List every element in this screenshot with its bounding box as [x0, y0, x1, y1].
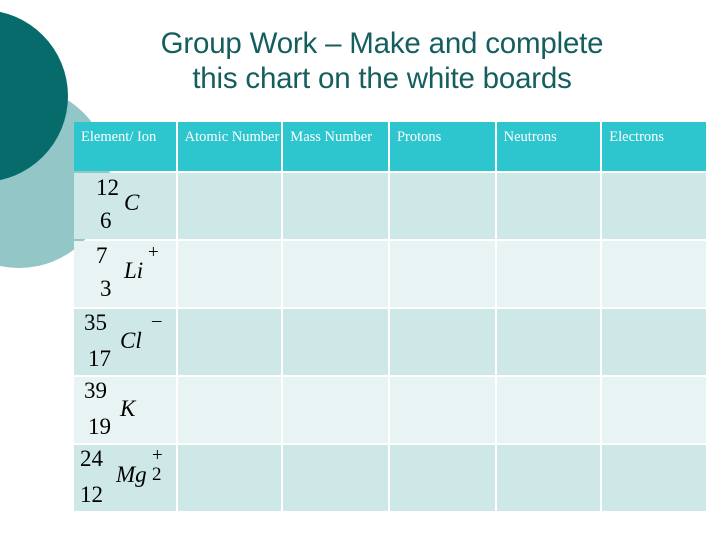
cell-electrons[interactable] [602, 173, 706, 239]
cell-atomic-number[interactable] [177, 173, 282, 239]
cell-electrons[interactable] [602, 309, 706, 375]
isotope-notation: 12 6 C [74, 173, 175, 239]
cell-atomic-number[interactable] [177, 445, 282, 511]
column-header-electrons: Electrons [602, 122, 706, 171]
cell-element-ion: 12 6 C [74, 173, 176, 239]
cell-element-ion: 39 19 K [74, 377, 176, 443]
table-row: 7 3 Li + [74, 241, 706, 307]
cell-element-ion: 24 12 Mg + 2 [74, 445, 176, 511]
mass-number-label: 7 [96, 243, 108, 268]
cell-atomic-number[interactable] [177, 309, 282, 375]
cell-neutrons[interactable] [496, 445, 601, 511]
column-header-neutrons: Neutrons [496, 122, 601, 171]
cell-neutrons[interactable] [496, 377, 601, 443]
ion-charge-label: + [148, 242, 159, 263]
element-symbol-label: Cl [120, 328, 142, 353]
column-header-atomic-number: Atomic Number [177, 122, 282, 171]
atomic-number-label: 6 [100, 208, 112, 233]
column-header-protons: Protons [389, 122, 495, 171]
atomic-number-label: 12 [80, 482, 103, 507]
slide-canvas: Group Work – Make and complete this char… [0, 0, 720, 540]
table-row: 12 6 C [74, 173, 706, 239]
slide-title: Group Work – Make and complete this char… [160, 27, 604, 95]
element-symbol-label: Mg [116, 462, 147, 487]
element-symbol-label: C [124, 190, 140, 215]
mass-number-label: 24 [80, 446, 103, 471]
cell-neutrons[interactable] [496, 309, 601, 375]
cell-protons[interactable] [389, 173, 495, 239]
ion-charge-label: – [152, 310, 162, 331]
cell-neutrons[interactable] [496, 241, 601, 307]
element-symbol-label: Li [124, 258, 144, 283]
column-header-element-ion: Element/ Ion [74, 122, 176, 171]
mass-number-label: 35 [84, 310, 107, 335]
cell-element-ion: 7 3 Li + [74, 241, 176, 307]
cell-protons[interactable] [389, 309, 495, 375]
cell-protons[interactable] [389, 445, 495, 511]
atomic-number-label: 19 [88, 414, 111, 439]
isotope-notation: 7 3 Li + [74, 241, 175, 307]
ion-charge-label: + 2 [152, 445, 163, 485]
element-symbol-label: K [120, 396, 136, 421]
table-row: 35 17 Cl – [74, 309, 706, 375]
cell-mass-number[interactable] [283, 173, 388, 239]
atomic-number-label: 17 [88, 346, 111, 371]
cell-neutrons[interactable] [496, 173, 601, 239]
element-ion-chart: Element/ Ion Atomic Number Mass Number P… [72, 120, 708, 513]
isotope-notation: 39 19 K [74, 377, 175, 443]
isotope-notation: 24 12 Mg + 2 [74, 445, 175, 511]
cell-atomic-number[interactable] [177, 241, 282, 307]
cell-atomic-number[interactable] [177, 377, 282, 443]
column-header-mass-number: Mass Number [283, 122, 388, 171]
cell-protons[interactable] [389, 241, 495, 307]
cell-element-ion: 35 17 Cl – [74, 309, 176, 375]
atomic-number-label: 3 [100, 276, 112, 301]
mass-number-label: 12 [96, 175, 119, 200]
table-header-row: Element/ Ion Atomic Number Mass Number P… [74, 122, 706, 171]
table-row: 24 12 Mg + 2 [74, 445, 706, 511]
cell-mass-number[interactable] [283, 241, 388, 307]
cell-protons[interactable] [389, 377, 495, 443]
cell-mass-number[interactable] [283, 309, 388, 375]
cell-mass-number[interactable] [283, 445, 388, 511]
mass-number-label: 39 [84, 378, 107, 403]
cell-electrons[interactable] [602, 377, 706, 443]
isotope-notation: 35 17 Cl – [74, 309, 175, 375]
cell-mass-number[interactable] [283, 377, 388, 443]
cell-electrons[interactable] [602, 241, 706, 307]
cell-electrons[interactable] [602, 445, 706, 511]
table-row: 39 19 K [74, 377, 706, 443]
